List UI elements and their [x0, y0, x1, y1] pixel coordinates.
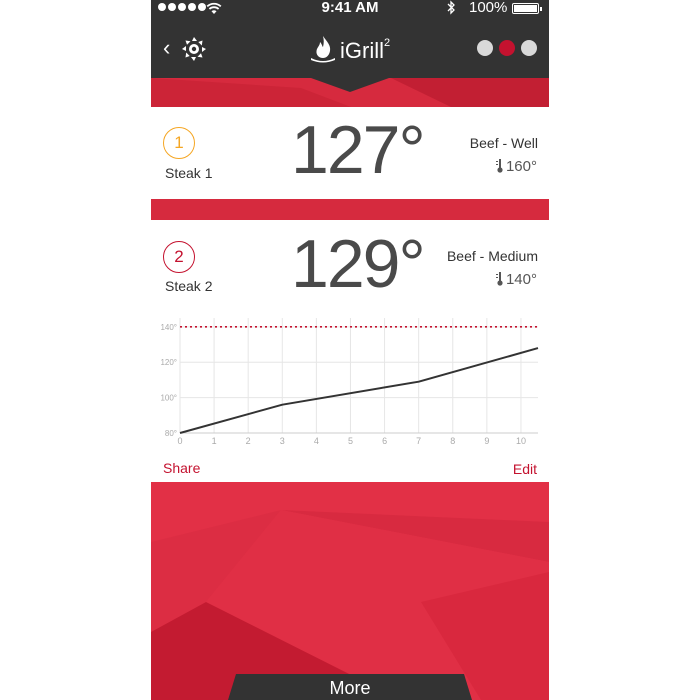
- probe-number-badge: 2: [163, 241, 195, 273]
- flame-icon: [311, 36, 335, 63]
- x-tick-label: 7: [416, 436, 421, 446]
- more-button[interactable]: More: [228, 676, 472, 700]
- phone-screen: 9:41 AM 100% ‹ iGrill 2 1 Steak 1 127° B…: [151, 0, 549, 700]
- x-tick-label: 5: [348, 436, 353, 446]
- x-tick-label: 3: [280, 436, 285, 446]
- probe-target: 160°: [495, 158, 537, 175]
- battery-icon: [512, 3, 542, 14]
- header-ribbon: [151, 78, 549, 107]
- edit-button[interactable]: Edit: [513, 461, 537, 477]
- bluetooth-icon: [447, 0, 456, 19]
- battery-percent: 100%: [469, 0, 508, 16]
- probe-preset: Beef - Medium: [446, 248, 538, 264]
- share-button[interactable]: Share: [163, 460, 200, 476]
- page-dot-2[interactable]: [499, 40, 515, 56]
- y-tick-label: 100°: [160, 394, 177, 403]
- probe-card-1[interactable]: 1 Steak 1 127° Beef - Well 160°: [151, 107, 549, 199]
- thermometer-icon: [495, 272, 503, 286]
- probe-temperature: 127°: [291, 112, 426, 188]
- footer-panel: More: [151, 482, 549, 700]
- y-tick-label: 120°: [160, 358, 177, 367]
- temperature-chart: 0 1 2 3 4 5 6 7 8 9 10 80° 100° 120° 140°: [160, 318, 539, 446]
- igrill-logo: iGrill 2: [309, 34, 390, 64]
- probe-preset: Beef - Well: [469, 135, 538, 151]
- divider-band: [151, 199, 549, 220]
- page-dots: [477, 40, 537, 56]
- thermometer-icon: [495, 159, 503, 173]
- x-tick-label: 2: [246, 436, 251, 446]
- probe-target-value: 140°: [505, 271, 537, 288]
- brand-superscript: 2: [384, 37, 391, 49]
- probe-target: 140°: [495, 271, 537, 288]
- footer-background: [151, 482, 549, 700]
- status-bar: 9:41 AM 100%: [151, 0, 549, 18]
- brand-name: iGrill: [340, 38, 384, 63]
- x-tick-label: 0: [177, 436, 182, 446]
- x-tick-label: 10: [516, 436, 526, 446]
- probe-temperature: 129°: [291, 226, 426, 302]
- y-tick-label: 80°: [165, 429, 177, 438]
- settings-gear-icon[interactable]: [181, 36, 207, 62]
- probe-name: Steak 2: [165, 278, 213, 294]
- x-tick-label: 8: [450, 436, 455, 446]
- back-icon[interactable]: ‹: [163, 37, 170, 59]
- x-tick-label: 1: [212, 436, 217, 446]
- probe-number-badge: 1: [163, 127, 195, 159]
- temperature-series-line: [179, 347, 539, 434]
- page-dot-1[interactable]: [477, 40, 493, 56]
- probe-target-value: 160°: [505, 158, 537, 175]
- x-tick-label: 6: [382, 436, 387, 446]
- page-dot-3[interactable]: [521, 40, 537, 56]
- nav-bar: ‹ iGrill 2: [151, 18, 549, 78]
- x-tick-label: 4: [314, 436, 319, 446]
- probe-card-2[interactable]: 2 Steak 2 129° Beef - Medium 140° 0 1 2 3 4 5…: [151, 220, 549, 482]
- x-tick-label: 9: [484, 436, 489, 446]
- probe-name: Steak 1: [165, 165, 213, 181]
- y-tick-label: 140°: [160, 323, 177, 332]
